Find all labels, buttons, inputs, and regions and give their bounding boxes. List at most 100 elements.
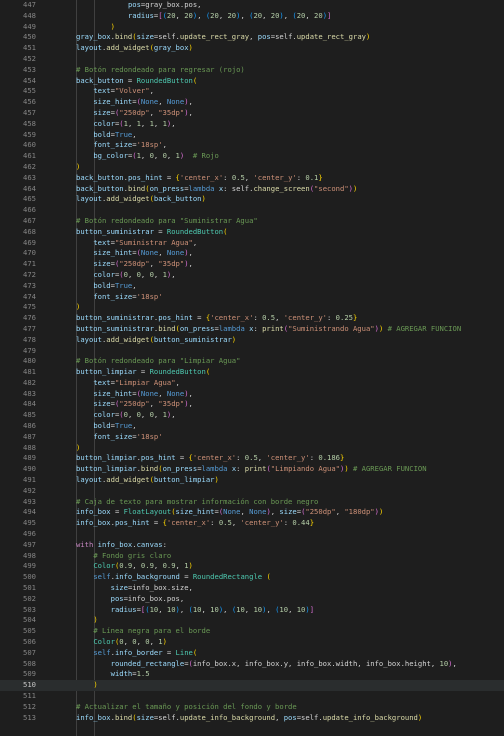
code-line[interactable]: 498 # Fondo gris claro <box>0 551 504 562</box>
code-text[interactable]: button_suministrar.bind(on_press=lambda … <box>36 324 461 335</box>
code-text[interactable]: pos=info_box.pos, <box>36 594 185 605</box>
code-line[interactable]: 512 # Actualizar el tamaño y posición del… <box>0 702 504 713</box>
code-line[interactable]: 506 Color(0, 0, 0, 1) <box>0 637 504 648</box>
code-text[interactable]: size=("250dp", "35dp"), <box>36 399 193 410</box>
vertical-scrollbar[interactable] <box>496 0 504 736</box>
code-text[interactable]: self.info_background = RoundedRectangle … <box>36 572 270 583</box>
code-line[interactable]: 478 layout.add_widget(button_suministrar) <box>0 335 504 346</box>
code-line[interactable]: 449 ) <box>0 22 504 33</box>
code-line[interactable]: 505 # Línea negra para el borde <box>0 626 504 637</box>
code-line[interactable]: 485 color=(0, 0, 0, 1), <box>0 410 504 421</box>
code-text[interactable]: pos=gray_box.pos, <box>36 0 202 11</box>
code-text[interactable]: text="Limpiar Agua", <box>36 378 180 389</box>
code-text[interactable]: bold=True, <box>36 421 136 432</box>
code-text[interactable]: color=(1, 1, 1, 1), <box>36 119 175 130</box>
code-text[interactable]: font_size='18sp' <box>36 292 162 303</box>
code-text[interactable]: radius=[(20, 20), (20, 20), (20, 20), (2… <box>36 11 331 22</box>
code-text[interactable]: button_limpiar.pos_hint = {'center_x': 0… <box>36 453 344 464</box>
code-text[interactable]: # Actualizar el tamaño y posición del fo… <box>36 702 297 713</box>
code-line[interactable]: 467 # Botón redondeado para "Suministrar … <box>0 216 504 227</box>
code-line[interactable]: 500 self.info_background = RoundedRectan… <box>0 572 504 583</box>
code-line[interactable]: 463 back_button.pos_hint = {'center_x': 0… <box>0 173 504 184</box>
code-text[interactable]: gray_box.bind(size=self.update_rect_gray… <box>36 32 370 43</box>
code-text[interactable]: layout.add_widget(button_limpiar) <box>36 475 219 486</box>
code-text[interactable]: size_hint=(None, None), <box>36 97 193 108</box>
code-text[interactable]: size=("250dp", "35dp"), <box>36 259 193 270</box>
code-text[interactable]: text="Volver", <box>36 86 154 97</box>
code-text[interactable]: ) <box>36 162 80 173</box>
code-text[interactable]: size_hint=(None, None), <box>36 389 193 400</box>
code-text[interactable] <box>36 691 76 702</box>
code-line[interactable]: 482 text="Limpiar Agua", <box>0 378 504 389</box>
code-line[interactable]: 457 size=("250dp", "35dp"), <box>0 108 504 119</box>
code-line[interactable]: 469 text="Suministrar Agua", <box>0 238 504 249</box>
code-text[interactable]: bold=True, <box>36 130 136 141</box>
code-text[interactable]: info_box = FloatLayout(size_hint=(None, … <box>36 507 383 518</box>
code-line[interactable]: 458 color=(1, 1, 1, 1), <box>0 119 504 130</box>
code-text[interactable]: button_limpiar = RoundedButton( <box>36 367 210 378</box>
code-text[interactable] <box>36 529 76 540</box>
code-line[interactable]: 492 <box>0 486 504 497</box>
code-text[interactable]: size=info_box.size, <box>36 583 193 594</box>
code-text[interactable]: # Caja de texto para mostrar información… <box>36 497 318 508</box>
code-line[interactable]: 448 radius=[(20, 20), (20, 20), (20, 20)… <box>0 11 504 22</box>
code-text[interactable]: text="Suministrar Agua", <box>36 238 197 249</box>
code-line[interactable]: 464 back_button.bind(on_press=lambda x: s… <box>0 184 504 195</box>
code-line[interactable]: 489 button_limpiar.pos_hint = {'center_x'… <box>0 453 504 464</box>
code-text[interactable]: with info_box.canvas: <box>36 540 167 551</box>
code-text[interactable]: width=1.5 <box>36 669 150 680</box>
code-text[interactable]: rounded_rectangle=(info_box.x, info_box.… <box>36 659 457 670</box>
code-text[interactable]: color=(0, 0, 0, 1), <box>36 410 175 421</box>
code-lines[interactable]: 447 pos=gray_box.pos, 448 radius=[(20, 20… <box>0 0 504 723</box>
code-text[interactable]: # Botón redondeado para "Suministrar Agu… <box>36 216 258 227</box>
code-text[interactable]: radius=[(10, 10), (10, 10), (10, 10), (1… <box>36 605 314 616</box>
code-line[interactable]: 461 bg_color=(1, 0, 0, 1) # Rojo <box>0 151 504 162</box>
code-text[interactable] <box>36 346 76 357</box>
code-text[interactable]: bg_color=(1, 0, 0, 1) # Rojo <box>36 151 219 162</box>
code-line[interactable]: 486 bold=True, <box>0 421 504 432</box>
code-line[interactable]: 494 info_box = FloatLayout(size_hint=(Non… <box>0 507 504 518</box>
code-line[interactable]: 488) <box>0 443 504 454</box>
code-line[interactable]: 495 info_box.pos_hint = {'center_x': 0.5,… <box>0 518 504 529</box>
code-line[interactable]: 510 ) <box>0 680 504 691</box>
code-line[interactable]: 509 width=1.5 <box>0 669 504 680</box>
code-line[interactable]: 493 # Caja de texto para mostrar informac… <box>0 497 504 508</box>
code-text[interactable]: button_suministrar.pos_hint = {'center_x… <box>36 313 357 324</box>
code-line[interactable]: 490 button_limpiar.bind(on_press=lambda x… <box>0 464 504 475</box>
code-line[interactable]: 455 text="Volver", <box>0 86 504 97</box>
code-line[interactable]: 511 <box>0 691 504 702</box>
code-line[interactable]: 479 <box>0 346 504 357</box>
code-text[interactable]: back_button.pos_hint = {'center_x': 0.5,… <box>36 173 323 184</box>
code-line[interactable]: 473 bold=True, <box>0 281 504 292</box>
code-line[interactable]: 497 with info_box.canvas: <box>0 540 504 551</box>
code-text[interactable]: layout.add_widget(back_button) <box>36 194 206 205</box>
code-line[interactable]: 447 pos=gray_box.pos, <box>0 0 504 11</box>
code-line[interactable]: 507 self.info_border = Line( <box>0 648 504 659</box>
code-text[interactable]: back_button = RoundedButton( <box>36 76 197 87</box>
code-line[interactable]: 474 font_size='18sp' <box>0 292 504 303</box>
code-line[interactable]: 476 button_suministrar.pos_hint = {'cente… <box>0 313 504 324</box>
code-line[interactable]: 462) <box>0 162 504 173</box>
code-line[interactable]: 475) <box>0 302 504 313</box>
code-text[interactable]: layout.add_widget(gray_box) <box>36 43 193 54</box>
code-line[interactable]: 487 font_size='18sp' <box>0 432 504 443</box>
code-line[interactable]: 450 gray_box.bind(size=self.update_rect_g… <box>0 32 504 43</box>
code-text[interactable]: ) <box>36 615 97 626</box>
code-line[interactable]: 456 size_hint=(None, None), <box>0 97 504 108</box>
code-text[interactable]: font_size='18sp', <box>36 140 167 151</box>
code-text[interactable]: button_suministrar = RoundedButton( <box>36 227 227 238</box>
code-text[interactable]: layout.add_widget(button_suministrar) <box>36 335 236 346</box>
code-line[interactable]: 468 button_suministrar = RoundedButton( <box>0 227 504 238</box>
code-text[interactable]: ) <box>36 443 80 454</box>
code-text[interactable]: font_size='18sp' <box>36 432 162 443</box>
code-text[interactable]: # Línea negra para el borde <box>36 626 210 637</box>
code-text[interactable]: # Botón redondeado para regresar (rojo) <box>36 65 245 76</box>
code-text[interactable]: info_box.pos_hint = {'center_x': 0.5, 'c… <box>36 518 314 529</box>
code-text[interactable]: info_box.bind(size=self.update_info_back… <box>36 713 422 724</box>
code-line[interactable]: 465 layout.add_widget(back_button) <box>0 194 504 205</box>
code-line[interactable]: 508 rounded_rectangle=(info_box.x, info_… <box>0 659 504 670</box>
code-text[interactable]: # Fondo gris claro <box>36 551 171 562</box>
code-text[interactable] <box>36 486 76 497</box>
code-text[interactable]: # Botón redondeado para "Limpiar Agua" <box>36 356 240 367</box>
code-text[interactable]: self.info_border = Line( <box>36 648 197 659</box>
